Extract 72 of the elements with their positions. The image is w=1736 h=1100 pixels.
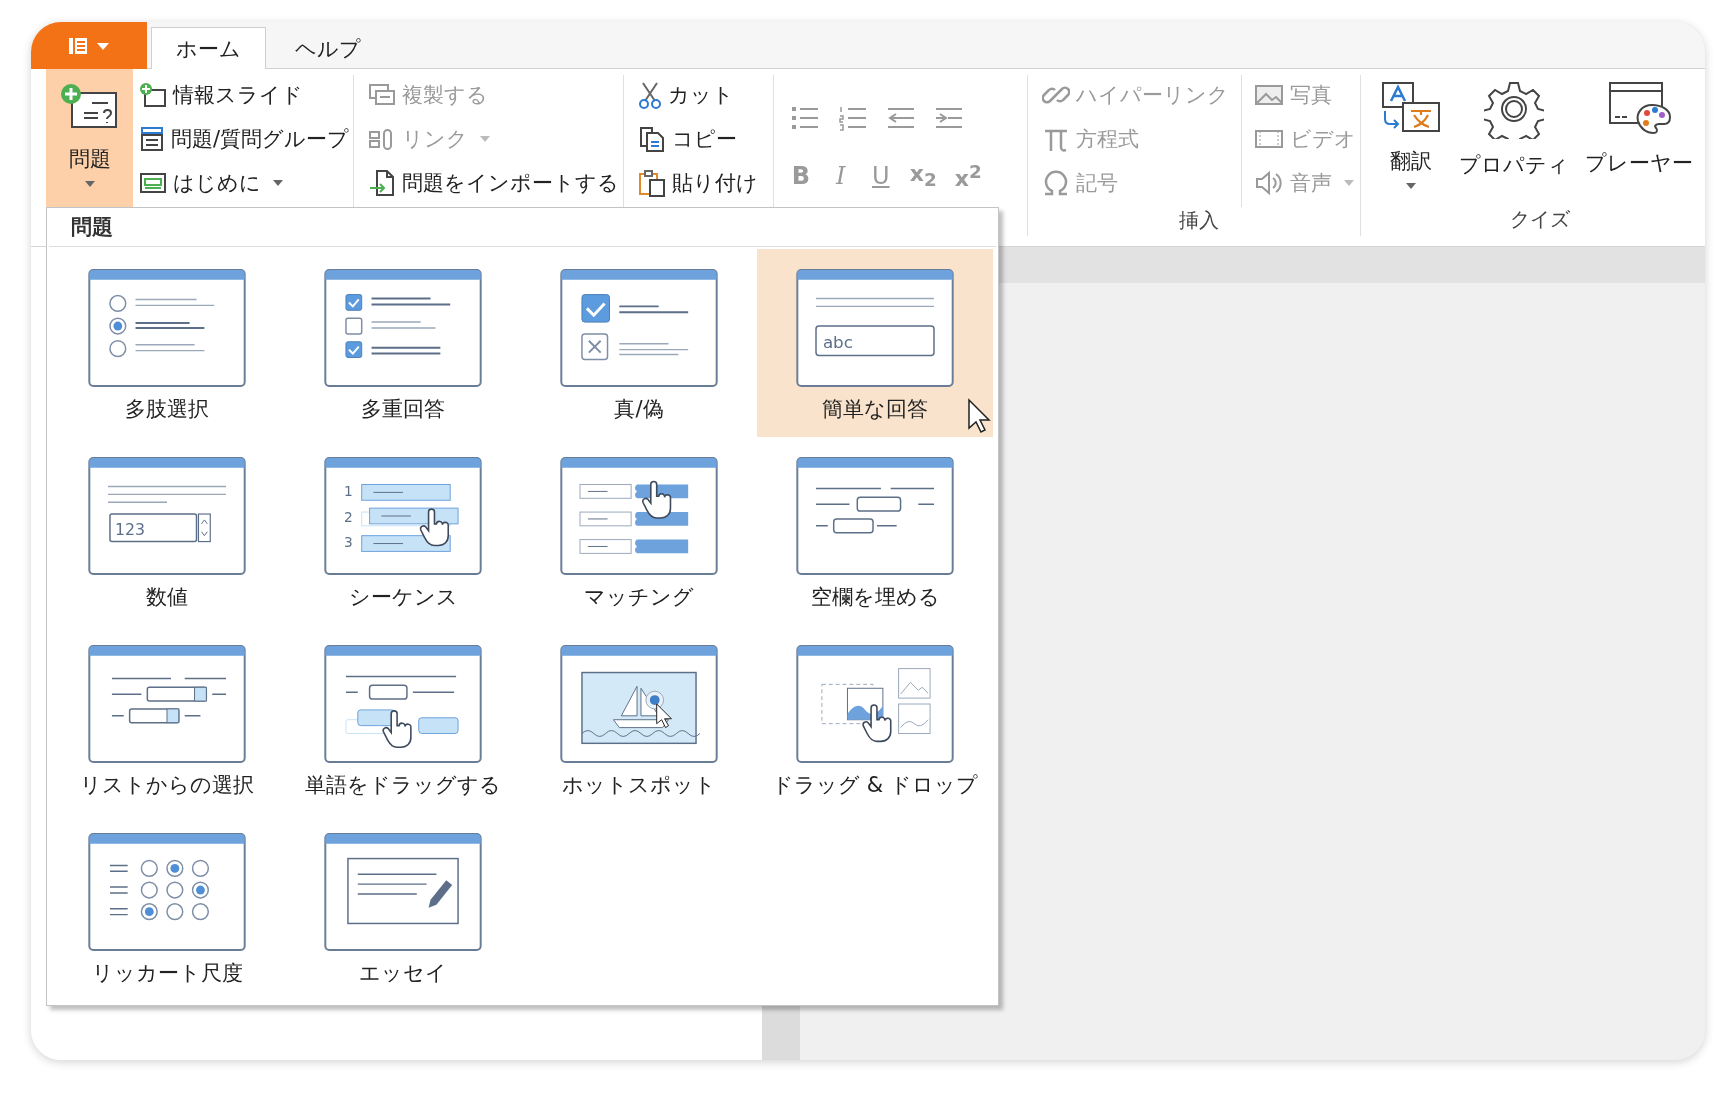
mouse-pointer-icon bbox=[967, 398, 991, 434]
speaker-icon bbox=[1254, 169, 1284, 197]
group-label: 挿入 bbox=[1178, 207, 1220, 234]
question-type-icon bbox=[88, 645, 246, 763]
ribbon-button[interactable]: 問題 bbox=[46, 69, 133, 210]
question-type-item[interactable]: リストからの選択 bbox=[49, 625, 285, 813]
menu-icon bbox=[67, 35, 111, 56]
copy-icon bbox=[638, 125, 667, 153]
question-type-icon bbox=[796, 645, 954, 763]
answer-field: abc bbox=[815, 325, 935, 357]
ribbon-button[interactable]: はじめに bbox=[135, 163, 354, 203]
question-type-item[interactable]: 単語をドラッグする bbox=[285, 625, 521, 813]
omega-icon bbox=[1042, 169, 1070, 197]
question-type-icon bbox=[88, 833, 246, 951]
question-type-item[interactable]: ドラッグ & ドロップ bbox=[757, 625, 993, 813]
question-type-icon bbox=[324, 645, 482, 763]
ribbon-button[interactable]: プロパティ bbox=[1455, 75, 1573, 203]
numbered-list-icon bbox=[837, 105, 868, 131]
question-type-item[interactable]: 多肢選択 bbox=[49, 249, 285, 437]
sequence-number: 1 bbox=[344, 483, 353, 500]
translate-icon bbox=[1379, 79, 1443, 135]
caret-icon bbox=[1406, 183, 1416, 189]
question-type-item[interactable]: 真/偽 bbox=[521, 249, 757, 437]
question-type-icon bbox=[796, 457, 954, 575]
question-type-icon bbox=[560, 645, 718, 763]
ribbon-button[interactable]: コピー bbox=[634, 119, 763, 159]
ribbon-button[interactable]: 翻訳 bbox=[1375, 75, 1447, 203]
group-label: クイズ bbox=[1509, 206, 1571, 233]
question-type-item[interactable]: 123 数値 bbox=[49, 437, 285, 625]
bullet-list-icon bbox=[789, 105, 820, 131]
decrease-indent-icon bbox=[885, 105, 916, 131]
ribbon-button[interactable]: カット bbox=[634, 75, 763, 115]
menu-title: 問題 bbox=[49, 208, 996, 247]
question-type-icon bbox=[324, 269, 482, 387]
question-type-item[interactable]: 空欄を埋める bbox=[757, 437, 993, 625]
gear-icon bbox=[1484, 79, 1544, 139]
caret-icon bbox=[1344, 180, 1354, 186]
question-type-item[interactable]: abc 簡単な回答 bbox=[757, 249, 993, 437]
slide-add-icon bbox=[139, 82, 167, 108]
intro-slide-icon bbox=[139, 171, 167, 195]
question-type-icon bbox=[88, 269, 246, 387]
ribbon-button[interactable]: 情報スライド bbox=[135, 75, 354, 115]
question-type-item[interactable]: マッチング bbox=[521, 437, 757, 625]
question-type-icon bbox=[324, 833, 482, 951]
question-type-item[interactable]: エッセイ bbox=[285, 813, 521, 1001]
caret-icon bbox=[480, 136, 491, 142]
player-palette-icon bbox=[1606, 79, 1672, 137]
question-type-icon bbox=[560, 269, 718, 387]
caret-icon bbox=[273, 180, 283, 186]
caret-icon bbox=[84, 181, 95, 187]
video-icon bbox=[1254, 127, 1284, 151]
duplicate-icon bbox=[368, 83, 397, 107]
ribbon-tab[interactable]: ホーム bbox=[151, 27, 266, 69]
clipboard-icon bbox=[638, 169, 667, 197]
ribbon-tab[interactable]: ヘルプ bbox=[270, 27, 386, 69]
question-type-item[interactable]: ホットスポット bbox=[521, 625, 757, 813]
increase-indent-icon bbox=[933, 105, 964, 131]
scissors-icon bbox=[638, 81, 663, 109]
question-type-item[interactable]: リッカート尺度 bbox=[49, 813, 285, 1001]
app-menu-button[interactable] bbox=[31, 22, 147, 69]
ribbon-button[interactable]: プレーヤー bbox=[1581, 75, 1697, 203]
sequence-number: 3 bbox=[344, 534, 353, 551]
question-type-item[interactable]: 1 2 3 シーケンス bbox=[285, 437, 521, 625]
question-type-icon bbox=[560, 457, 718, 575]
photo-icon bbox=[1254, 83, 1284, 107]
ribbon-button[interactable]: 問題/質問グループ bbox=[135, 119, 354, 159]
ribbon-button[interactable]: 貼り付け bbox=[634, 163, 763, 203]
import-icon bbox=[368, 169, 397, 197]
question-group-icon bbox=[139, 126, 165, 152]
ribbon-button[interactable]: 問題をインポートする bbox=[364, 163, 624, 203]
question-type-item[interactable]: 多重回答 bbox=[285, 249, 521, 437]
sequence-number: 2 bbox=[344, 508, 353, 525]
